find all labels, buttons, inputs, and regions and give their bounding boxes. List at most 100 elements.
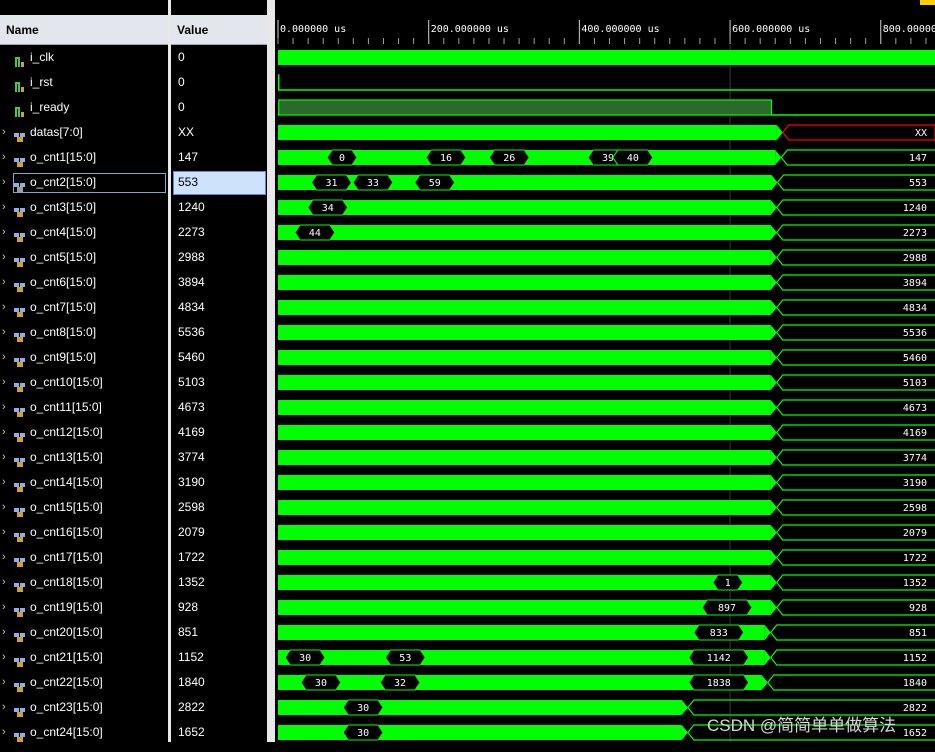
signal-row[interactable]: i_ready — [0, 95, 168, 120]
signal-row[interactable]: › o_cnt1[15:0] — [0, 145, 168, 170]
bus-transition-edge — [770, 350, 777, 365]
signal-value-row[interactable]: 928 — [171, 595, 267, 620]
signal-row[interactable]: › o_cnt23[15:0] — [0, 695, 168, 720]
chevron-right-icon[interactable]: › — [2, 120, 10, 145]
signal-value-row[interactable]: 1840 — [171, 670, 267, 695]
signal-value-row[interactable]: 5536 — [171, 320, 267, 345]
signal-value-row[interactable]: 553 — [171, 170, 267, 195]
chevron-right-icon[interactable]: › — [2, 720, 10, 745]
chevron-right-icon[interactable]: › — [2, 570, 10, 595]
bus-transition-edge — [770, 550, 777, 565]
signal-value-row[interactable]: 1152 — [171, 645, 267, 670]
signal-value-row[interactable]: 2079 — [171, 520, 267, 545]
signal-value-row[interactable]: 3774 — [171, 445, 267, 470]
signal-row[interactable]: › o_cnt24[15:0] — [0, 720, 168, 745]
chevron-right-icon[interactable]: › — [2, 520, 10, 545]
signal-row[interactable]: i_clk — [0, 45, 168, 70]
signal-value-row[interactable]: 0 — [171, 45, 267, 70]
chevron-right-icon[interactable]: › — [2, 445, 10, 470]
signal-value-row[interactable]: 2273 — [171, 220, 267, 245]
signal-row[interactable]: › o_cnt17[15:0] — [0, 545, 168, 570]
signal-value-row[interactable]: 3190 — [171, 470, 267, 495]
chevron-right-icon[interactable]: › — [2, 695, 10, 720]
signal-row[interactable]: › o_cnt18[15:0] — [0, 570, 168, 595]
signal-name: o_cnt3[15:0] — [30, 200, 97, 214]
signal-row[interactable]: › o_cnt3[15:0] — [0, 195, 168, 220]
signal-value-row[interactable]: 4169 — [171, 420, 267, 445]
signal-row[interactable]: › o_cnt5[15:0] — [0, 245, 168, 270]
chevron-right-icon[interactable]: › — [2, 245, 10, 270]
chevron-right-icon[interactable]: › — [2, 370, 10, 395]
chevron-right-icon[interactable]: › — [2, 295, 10, 320]
chevron-right-icon[interactable]: › — [2, 545, 10, 570]
signal-value-row[interactable]: 1352 — [171, 570, 267, 595]
signal-value-row[interactable]: 0 — [171, 70, 267, 95]
bus-transition-edge — [770, 450, 777, 465]
chevron-right-icon[interactable]: › — [2, 595, 10, 620]
signal-value-row[interactable]: XX — [171, 120, 267, 145]
chevron-right-icon[interactable]: › — [2, 420, 10, 445]
signal-row[interactable]: › o_cnt20[15:0] — [0, 620, 168, 645]
signal-row[interactable]: › o_cnt12[15:0] — [0, 420, 168, 445]
chevron-right-icon[interactable]: › — [2, 220, 10, 245]
bus-signal-icon — [14, 502, 26, 517]
bus-transition-region — [278, 500, 771, 515]
chevron-right-icon[interactable]: › — [2, 620, 10, 645]
signal-value: 0 — [178, 100, 185, 114]
signal-value-row[interactable]: 0 — [171, 95, 267, 120]
signal-value: XX — [178, 125, 195, 139]
signal-value-row[interactable]: 4673 — [171, 395, 267, 420]
signal-value-row[interactable]: 4834 — [171, 295, 267, 320]
signal-value-row[interactable]: 2988 — [171, 245, 267, 270]
signal-value-row[interactable]: 5103 — [171, 370, 267, 395]
signal-value-row[interactable]: 2598 — [171, 495, 267, 520]
signal-row[interactable]: › o_cnt6[15:0] — [0, 270, 168, 295]
signal-row[interactable]: › o_cnt22[15:0] — [0, 670, 168, 695]
chevron-right-icon[interactable]: › — [2, 195, 10, 220]
waveform-viewer[interactable]: 0.000000 us 200.000000 us 400.000000 us 600… — [275, 0, 935, 742]
chevron-right-icon[interactable]: › — [2, 645, 10, 670]
chevron-right-icon[interactable]: › — [2, 495, 10, 520]
bus-signal-icon — [14, 627, 26, 642]
chevron-right-icon[interactable]: › — [2, 470, 10, 495]
cursor-marker[interactable] — [920, 0, 935, 5]
signal-row[interactable]: › o_cnt9[15:0] — [0, 345, 168, 370]
signal-row[interactable]: › o_cnt13[15:0] — [0, 445, 168, 470]
signal-value-row[interactable]: 851 — [171, 620, 267, 645]
signal-row[interactable]: › o_cnt15[15:0] — [0, 495, 168, 520]
bus-transition-region — [278, 225, 771, 240]
signal-row[interactable]: › datas[7:0] — [0, 120, 168, 145]
chevron-right-icon[interactable]: › — [2, 320, 10, 345]
bus-final-value: 2822 — [903, 703, 927, 714]
value-column-header[interactable]: Value — [171, 15, 267, 45]
waveform-canvas[interactable]: 0.000000 us 200.000000 us 400.000000 us 600… — [275, 0, 935, 742]
signal-row[interactable]: › o_cnt8[15:0] — [0, 320, 168, 345]
waveform-splitter[interactable] — [267, 0, 275, 742]
chevron-right-icon[interactable]: › — [2, 145, 10, 170]
chevron-right-icon[interactable]: › — [2, 345, 10, 370]
signal-row[interactable]: › o_cnt11[15:0] — [0, 395, 168, 420]
signal-row[interactable]: › o_cnt7[15:0] — [0, 295, 168, 320]
signal-value-row[interactable]: 1722 — [171, 545, 267, 570]
chevron-right-icon[interactable]: › — [2, 670, 10, 695]
chevron-right-icon[interactable]: › — [2, 395, 10, 420]
signal-row[interactable]: › o_cnt4[15:0] — [0, 220, 168, 245]
signal-row[interactable]: i_rst — [0, 70, 168, 95]
signal-row[interactable]: › o_cnt16[15:0] — [0, 520, 168, 545]
signal-row[interactable]: › o_cnt14[15:0] — [0, 470, 168, 495]
bus-segment-label: 53 — [399, 653, 411, 664]
signal-row[interactable]: › o_cnt19[15:0] — [0, 595, 168, 620]
signal-row[interactable]: › o_cnt10[15:0] — [0, 370, 168, 395]
bus-segment-label: 30 — [315, 678, 327, 689]
signal-value-row[interactable]: 3894 — [171, 270, 267, 295]
signal-row[interactable]: › o_cnt21[15:0] — [0, 645, 168, 670]
signal-value-row[interactable]: 147 — [171, 145, 267, 170]
bus-final-value: 5460 — [903, 353, 927, 364]
signal-value-row[interactable]: 5460 — [171, 345, 267, 370]
signal-value-row[interactable]: 1652 — [171, 720, 267, 745]
chevron-right-icon[interactable]: › — [2, 270, 10, 295]
name-column-header[interactable]: Name — [0, 15, 168, 45]
signal-value-row[interactable]: 1240 — [171, 195, 267, 220]
signal-value-row[interactable]: 2822 — [171, 695, 267, 720]
chevron-right-icon[interactable]: › — [2, 170, 10, 195]
